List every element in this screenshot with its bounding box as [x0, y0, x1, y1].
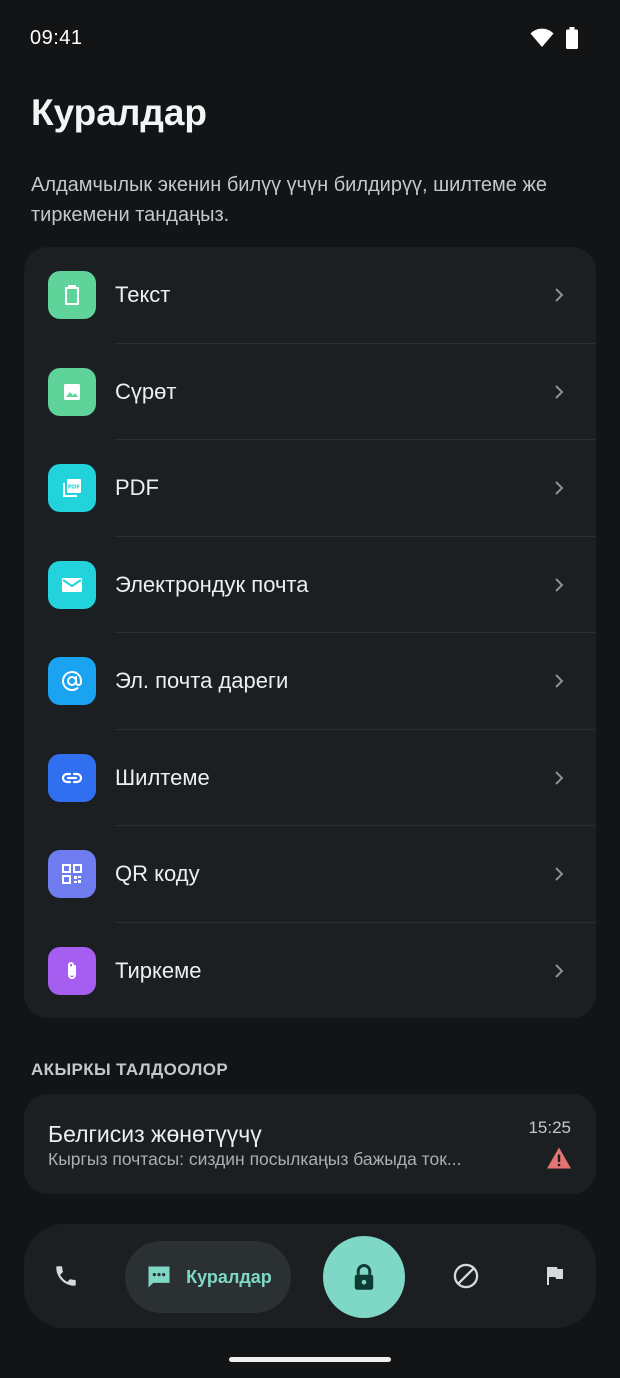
chevron-right-icon [552, 481, 566, 495]
tool-label: PDF [115, 475, 159, 501]
recent-sender: Белгисиз жөнөтүүчү [48, 1121, 262, 1147]
recent-preview: Кыргыз почтасы: сиздин посылкаңыз бажыда… [48, 1149, 462, 1169]
tool-item-link[interactable]: Шилтеме [24, 730, 596, 826]
tool-item-email[interactable]: Электрондук почта [24, 537, 596, 633]
tool-item-image[interactable]: Сүрөт [24, 344, 596, 440]
link-icon [48, 753, 96, 802]
page-subtitle: Алдамчылык экенин билүү үчүн билдирүү, ш… [31, 174, 547, 226]
recent-analysis-item[interactable]: Белгисиз жөнөтүүчү Кыргыз почтасы: сизди… [24, 1094, 596, 1194]
home-indicator [229, 1357, 391, 1362]
nav-blocked-button[interactable] [438, 1224, 494, 1328]
flag-icon [547, 1267, 563, 1285]
tool-item-attachment[interactable]: Тиркеме [24, 923, 596, 1019]
nav-tools-button[interactable]: Куралдар [125, 1241, 291, 1313]
tool-label: Электрондук почта [115, 571, 309, 597]
pdf-icon: PDF [48, 464, 96, 513]
status-time: 09:41 [30, 26, 83, 49]
tool-label: Тиркеме [115, 957, 202, 983]
chevron-right-icon [552, 385, 566, 399]
block-icon [453, 1263, 479, 1289]
tool-item-text[interactable]: Текст [24, 247, 596, 344]
lock-icon [354, 1263, 374, 1290]
clipboard-icon [48, 271, 96, 320]
wifi-icon [530, 28, 554, 47]
recent-section-header: АКЫРКЫ ТАЛДООЛОР [31, 1060, 229, 1079]
tool-label: QR коду [115, 861, 200, 887]
chevron-right-icon [552, 771, 566, 785]
svg-text:PDF: PDF [68, 485, 81, 491]
recent-time: 15:25 [528, 1118, 571, 1137]
tool-item-pdf[interactable]: PDF PDF [24, 440, 596, 537]
page-title: Куралдар [31, 92, 208, 133]
status-icons [530, 27, 578, 49]
chevron-right-icon [552, 288, 566, 302]
tool-label: Эл. почта дареги [115, 668, 289, 694]
tool-label: Текст [115, 282, 171, 308]
warning-icon [547, 1147, 571, 1169]
phone-icon [56, 1266, 76, 1286]
battery-icon [566, 27, 578, 49]
mail-icon [48, 560, 96, 609]
chevron-right-icon [552, 674, 566, 688]
image-icon [48, 367, 96, 416]
status-bar: 09:41 [0, 0, 620, 76]
chevron-right-icon [552, 964, 566, 978]
tool-label: Шилтеме [115, 764, 210, 790]
bottom-nav: Куралдар [24, 1224, 596, 1328]
paperclip-icon [48, 946, 96, 995]
nav-protection-button[interactable] [323, 1236, 405, 1318]
qr-code-icon [48, 850, 96, 899]
chevron-right-icon [552, 578, 566, 592]
tool-label: Сүрөт [115, 378, 177, 404]
nav-calls-button[interactable] [38, 1224, 94, 1328]
tool-item-qr-code[interactable]: QR коду [24, 826, 596, 923]
at-sign-icon [48, 657, 96, 706]
nav-tools-label: Куралдар [186, 1266, 272, 1287]
tools-list: Текст Сүрөт PDF PDF Электрондук почта Эл… [24, 247, 596, 1018]
tool-item-email-address[interactable]: Эл. почта дареги [24, 633, 596, 730]
chevron-right-icon [552, 867, 566, 881]
nav-reports-button[interactable] [527, 1224, 583, 1328]
chat-icon [148, 1266, 170, 1288]
